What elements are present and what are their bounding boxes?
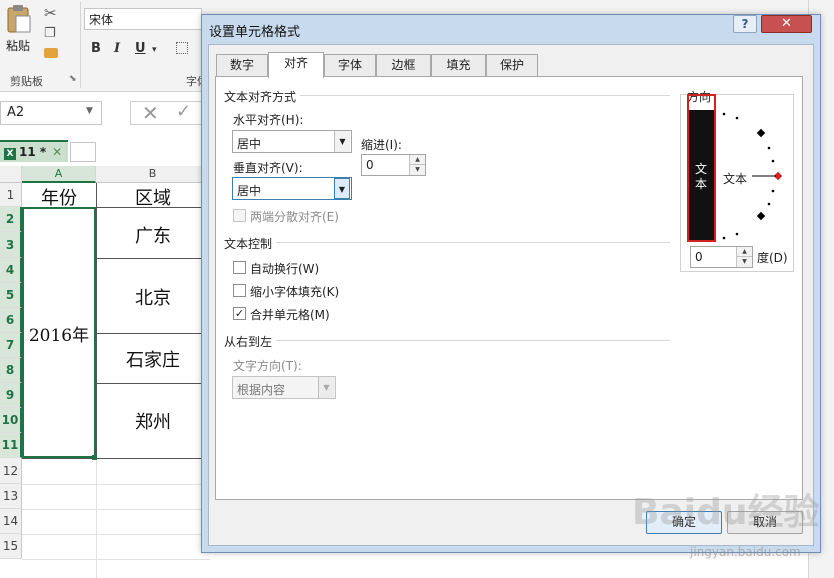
merge-cells-label: 合并单元格(M) — [250, 308, 330, 322]
watermark-url: jingyan.baidu.com — [690, 545, 801, 559]
row-header-11[interactable]: 11 — [0, 433, 22, 458]
tab-border[interactable]: 边框 — [376, 54, 431, 76]
paste-button-label[interactable]: 粘贴 — [6, 37, 30, 54]
section-text-control: 文本控制 — [224, 237, 273, 251]
confirm-entry-icon[interactable]: ✓ — [176, 101, 191, 122]
section-divider — [300, 95, 670, 96]
section-right-to-left: 从右到左 — [224, 335, 273, 349]
wrap-text-label: 自动换行(W) — [250, 262, 320, 276]
gridline — [96, 333, 210, 334]
indent-spinner[interactable]: ▲ ▼ — [409, 155, 425, 175]
row-header-2[interactable]: 2 — [0, 207, 22, 232]
merge-cells-checkbox[interactable]: ✓ — [233, 307, 246, 320]
close-button[interactable]: ✕ — [761, 15, 812, 33]
row-header-14[interactable]: 14 — [0, 509, 22, 534]
chevron-down-icon[interactable]: ▼ — [86, 106, 93, 116]
cell-b2[interactable]: 广东 — [96, 222, 210, 248]
vertical-text-highlight — [687, 94, 716, 242]
sheet-tab[interactable]: X 11 * ✕ — [0, 140, 68, 162]
gridline — [22, 534, 210, 535]
horizontal-align-label: 水平对齐(H): — [233, 113, 304, 127]
format-painter-icon[interactable] — [44, 48, 58, 58]
distributed-label: 两端分散对齐(E) — [250, 210, 339, 224]
cell-b7[interactable]: 石家庄 — [96, 346, 210, 372]
dial-text-sample: 文本 — [723, 172, 748, 186]
spin-down-icon[interactable]: ▼ — [410, 165, 425, 175]
distributed-checkbox[interactable] — [233, 209, 246, 222]
tab-number[interactable]: 数字 — [216, 54, 268, 76]
spin-down-icon[interactable]: ▼ — [737, 257, 752, 267]
new-sheet-box[interactable] — [70, 142, 96, 162]
row-header-5[interactable]: 5 — [0, 283, 22, 308]
shrink-to-fit-checkbox[interactable] — [233, 284, 246, 297]
dialog-title: 设置单元格格式 — [209, 25, 301, 40]
excel-icon: X — [4, 148, 16, 160]
row-header-8[interactable]: 8 — [0, 358, 22, 383]
gridline — [22, 484, 210, 485]
group-divider — [80, 2, 81, 88]
tab-alignment[interactable]: 对齐 — [268, 52, 324, 78]
indent-label: 缩进(I): — [361, 138, 402, 152]
section-divider — [276, 340, 670, 341]
column-header-a[interactable]: A — [22, 166, 96, 183]
row-header-4[interactable]: 4 — [0, 258, 22, 283]
paste-icon[interactable] — [6, 4, 32, 34]
cell-b1[interactable]: 区域 — [96, 184, 210, 210]
cancel-entry-icon[interactable]: ✕ — [142, 101, 159, 125]
row-header-10[interactable]: 10 — [0, 408, 22, 433]
border-icon[interactable] — [176, 42, 188, 54]
cell-b4[interactable]: 北京 — [96, 284, 210, 310]
cell-a2-value: 2016年 — [28, 326, 90, 346]
section-text-alignment: 文本对齐方式 — [224, 90, 297, 104]
degrees-spinner[interactable]: ▲ ▼ — [736, 247, 752, 267]
copy-icon[interactable]: ❐ — [44, 26, 56, 41]
baidu-watermark: Baidu经验 — [632, 492, 820, 533]
row-header-9[interactable]: 9 — [0, 383, 22, 408]
clipboard-launcher-icon[interactable]: ⬊ — [69, 74, 77, 84]
vertical-align-label: 垂直对齐(V): — [233, 161, 303, 175]
gridline — [96, 458, 97, 578]
row-header-12[interactable]: 12 — [0, 458, 22, 484]
row-header-7[interactable]: 7 — [0, 333, 22, 358]
underline-button[interactable]: U — [135, 41, 146, 56]
wrap-text-checkbox[interactable] — [233, 261, 246, 274]
tab-fill[interactable]: 填充 — [431, 54, 486, 76]
clipboard-group-label: 剪贴板 — [10, 75, 43, 88]
gridline — [22, 559, 210, 560]
chevron-down-icon[interactable]: ▼ — [334, 178, 350, 199]
close-icon[interactable]: ✕ — [52, 145, 62, 159]
column-header-b[interactable]: B — [96, 166, 210, 183]
gridline — [22, 509, 210, 510]
row-header-3[interactable]: 3 — [0, 232, 22, 258]
cut-icon[interactable]: ✂ — [44, 4, 57, 22]
italic-button[interactable]: I — [114, 41, 120, 56]
spin-up-icon[interactable]: ▲ — [410, 155, 425, 165]
bold-button[interactable]: B — [91, 41, 101, 56]
chevron-down-icon[interactable]: ▼ — [334, 131, 350, 152]
section-divider — [276, 242, 670, 243]
gridline — [22, 458, 210, 459]
help-button[interactable]: ? — [733, 15, 757, 33]
underline-dropdown-icon[interactable]: ▾ — [152, 45, 157, 55]
fill-handle[interactable] — [92, 455, 97, 460]
tab-font[interactable]: 字体 — [324, 54, 376, 76]
select-all-corner[interactable] — [0, 166, 22, 183]
gridline — [96, 383, 210, 384]
shrink-to-fit-label: 缩小字体填充(K) — [250, 285, 340, 299]
row-header-1[interactable]: 1 — [0, 183, 22, 207]
spin-up-icon[interactable]: ▲ — [737, 247, 752, 257]
row-header-13[interactable]: 13 — [0, 484, 22, 509]
degrees-label: 度(D) — [757, 251, 788, 265]
font-name-box[interactable]: 宋体 — [84, 8, 202, 30]
tab-protection[interactable]: 保护 — [486, 54, 538, 76]
row-header-15[interactable]: 15 — [0, 534, 22, 559]
row-header-6[interactable]: 6 — [0, 308, 22, 333]
chevron-down-icon[interactable]: ▼ — [318, 377, 334, 398]
cell-b9[interactable]: 郑州 — [96, 408, 210, 434]
sheet-tab-label: 11 * — [19, 145, 47, 159]
gridline — [96, 258, 210, 259]
text-direction-label: 文字方向(T): — [233, 359, 302, 373]
